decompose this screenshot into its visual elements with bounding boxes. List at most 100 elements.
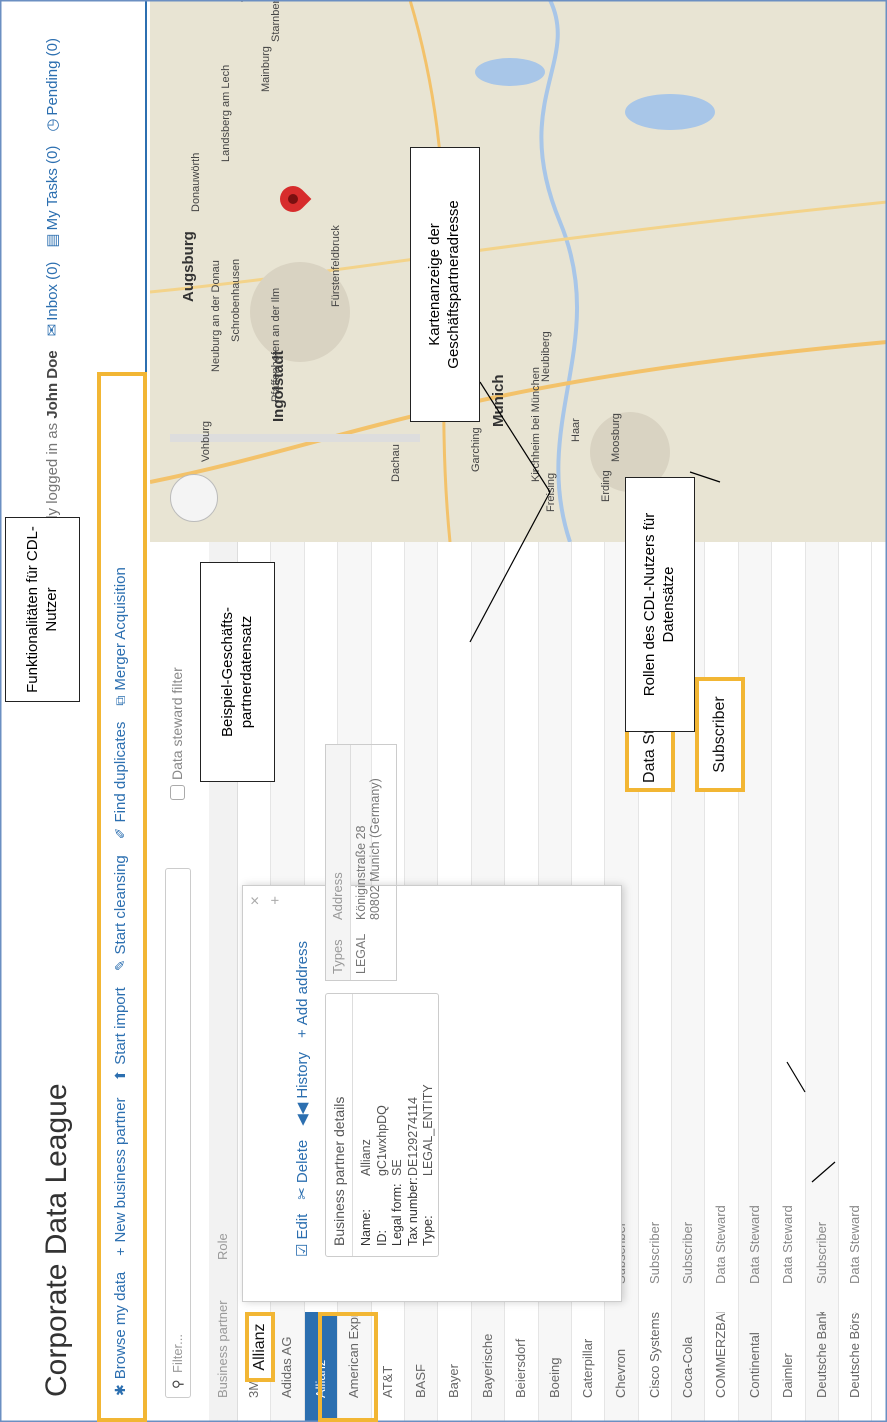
add-address-button[interactable]: + Add address: [293, 941, 311, 1038]
inbox-label: Inbox (0): [43, 261, 61, 321]
header-role[interactable]: Role: [209, 930, 237, 1288]
map-city-label: Weilheim in Oberbayern: [240, 0, 252, 2]
role-subscriber-label: Subscriber: [695, 677, 745, 792]
detail-legal-form: Legal form: SE: [390, 994, 406, 1256]
edit-label: Edit: [293, 1213, 311, 1240]
add-address-label: Add address: [293, 941, 311, 1026]
table-row[interactable]: Continental Data Steward: [738, 542, 773, 1422]
user-name: John Doe: [43, 350, 61, 419]
cell-role: Subscriber: [646, 1221, 662, 1284]
dialog-actions: ☑ Edit ✂ Delete ◀◀ History + Add address: [293, 941, 312, 1257]
detail-name: Name: Allianz: [359, 994, 375, 1256]
map-city-label: Neubiberg: [540, 331, 552, 382]
address-table-header: Types Address: [326, 745, 351, 980]
detail-key: Type:: [421, 1215, 435, 1246]
delete-button[interactable]: ✂ Delete: [293, 1139, 312, 1200]
detail-tax-number: Tax number: DE129274114: [406, 994, 422, 1256]
detail-key: ID:: [374, 1230, 389, 1246]
cell-role: Subscriber: [813, 1221, 829, 1284]
functions-callout: Funktionalitäten für CDL-Nutzer: [5, 517, 80, 702]
selected-row-highlight: [318, 1312, 378, 1422]
map-city-label: Schrobenhausen: [230, 258, 242, 342]
filter-input[interactable]: ⚲ Filter...: [165, 868, 191, 1398]
delete-label: Delete: [293, 1139, 311, 1184]
cell-business-partner: COMMERZBANK: [713, 1312, 729, 1398]
detail-value: SE: [390, 1159, 404, 1176]
table-row[interactable]: Deutsche Bank Subscriber: [805, 542, 840, 1422]
map-city-label: Fürstenfeldbruck: [330, 225, 342, 307]
scissors-icon: ✂: [294, 1187, 311, 1200]
address-line2: 80802 Munich (Germany): [368, 778, 382, 920]
map-city-label: Dachau: [390, 444, 402, 482]
map-city-label: Moosburg: [610, 413, 622, 462]
data-steward-checkbox[interactable]: [169, 785, 185, 800]
pending-link[interactable]: ◷ Pending (0): [43, 38, 62, 132]
map-city-label: Kirchheim bei München: [530, 367, 542, 482]
header-address: Address: [330, 872, 345, 920]
map-city-label: Vohburg: [200, 421, 212, 462]
cell-business-partner: Beiersdorf: [513, 1338, 529, 1398]
edit-icon: ☑: [294, 1243, 311, 1257]
address-row[interactable]: LEGAL Königinstraße 28 80802 Munich (Ger…: [351, 745, 382, 980]
data-steward-filter[interactable]: Data steward filter: [169, 667, 185, 800]
toolbar-highlight: [97, 372, 147, 1422]
plus-icon: +: [293, 1029, 311, 1038]
business-partner-dialog: × + ☑ Edit ✂ Delete ◀◀ History + Add address…: [242, 744, 622, 1302]
cell-business-partner: Boeing: [546, 1357, 562, 1398]
header-right: Currently logged in as John Doe ✉ Inbox (…: [43, 38, 62, 569]
inbox-icon: ✉: [44, 323, 61, 337]
cell-business-partner: Caterpillar: [579, 1338, 595, 1398]
table-row[interactable]: COMMERZBANK Data Steward: [705, 542, 739, 1422]
cell-role: Data Steward: [746, 1205, 762, 1284]
header-business-partner[interactable]: Business partner: [209, 1288, 237, 1422]
pending-label: Pending (0): [43, 38, 61, 116]
address-type: LEGAL: [354, 933, 368, 974]
cell-business-partner: Cisco Systems: [646, 1312, 662, 1398]
map-city-label: Pfaffenhofen an der Ilm: [270, 287, 282, 402]
cell-business-partner: Deutsche Börse: [847, 1312, 863, 1398]
marker-dot: [285, 191, 301, 207]
cell-business-partner: Adidas AG: [279, 1336, 295, 1398]
my-tasks-label: My Tasks (0): [43, 145, 61, 231]
expand-icon[interactable]: +: [267, 896, 284, 905]
map-city-label: Munich: [490, 374, 507, 428]
sample-record-callout: Beispiel-Geschäfts-partnerdatensatz: [200, 562, 275, 782]
detail-value: LEGAL_ENTITY: [421, 1084, 435, 1176]
cell-business-partner: Chevron: [613, 1348, 629, 1398]
map-city-label: Mainburg: [260, 46, 272, 92]
cell-business-partner: Deutsche Bank: [813, 1312, 829, 1398]
table-row[interactable]: Daimler Data Steward: [772, 542, 806, 1422]
address-value: Königinstraße 28 80802 Munich (Germany): [354, 778, 382, 928]
inbox-link[interactable]: ✉ Inbox (0): [43, 261, 62, 337]
my-tasks-link[interactable]: ▤ My Tasks (0): [43, 145, 62, 248]
detail-key: Tax number:: [405, 1177, 420, 1246]
map-city-label: Neuburg an der Donau: [210, 260, 222, 372]
cell-business-partner: Coca-Cola: [680, 1336, 696, 1398]
map-city-label: Landsberg am Lech: [220, 64, 232, 162]
app-window: Corporate Data League Currently logged i…: [0, 0, 887, 1422]
map-city-label: Haar: [570, 418, 582, 442]
edit-button[interactable]: ☑ Edit: [293, 1213, 312, 1257]
cell-business-partner: BASF: [412, 1364, 428, 1398]
tasks-icon: ▤: [44, 233, 61, 248]
sample-record-label: Allianz: [245, 1312, 275, 1382]
detail-id: ID: gC1wxhpDQ: [375, 994, 391, 1256]
detail-key: Name:: [359, 1209, 373, 1246]
detail-value: gC1wxhpDQ: [374, 1105, 389, 1176]
cell-role: Data Steward: [713, 1205, 729, 1284]
detail-key: Legal form:: [390, 1183, 404, 1246]
rewind-icon: ◀◀: [294, 1102, 311, 1126]
clock-icon: ◷: [44, 118, 61, 132]
search-icon: ⚲: [170, 1379, 185, 1389]
address-line1: Königinstraße 28: [354, 825, 368, 920]
map-pan-control[interactable]: [170, 474, 218, 522]
map-city-label: Freising: [545, 472, 557, 512]
map-city-label: Garching: [470, 427, 482, 472]
map-city-label: Augsburg: [180, 231, 197, 302]
map-view[interactable]: Ingolstadt Augsburg Munich Dachau Freising St…: [150, 0, 887, 542]
data-steward-filter-label: Data steward filter: [169, 667, 185, 780]
close-icon[interactable]: ×: [247, 896, 265, 905]
map-city-label: Donauwörth: [190, 152, 202, 212]
table-row[interactable]: Deutsche Börse Data Steward: [839, 542, 873, 1422]
history-button[interactable]: ◀◀ History: [293, 1052, 312, 1126]
